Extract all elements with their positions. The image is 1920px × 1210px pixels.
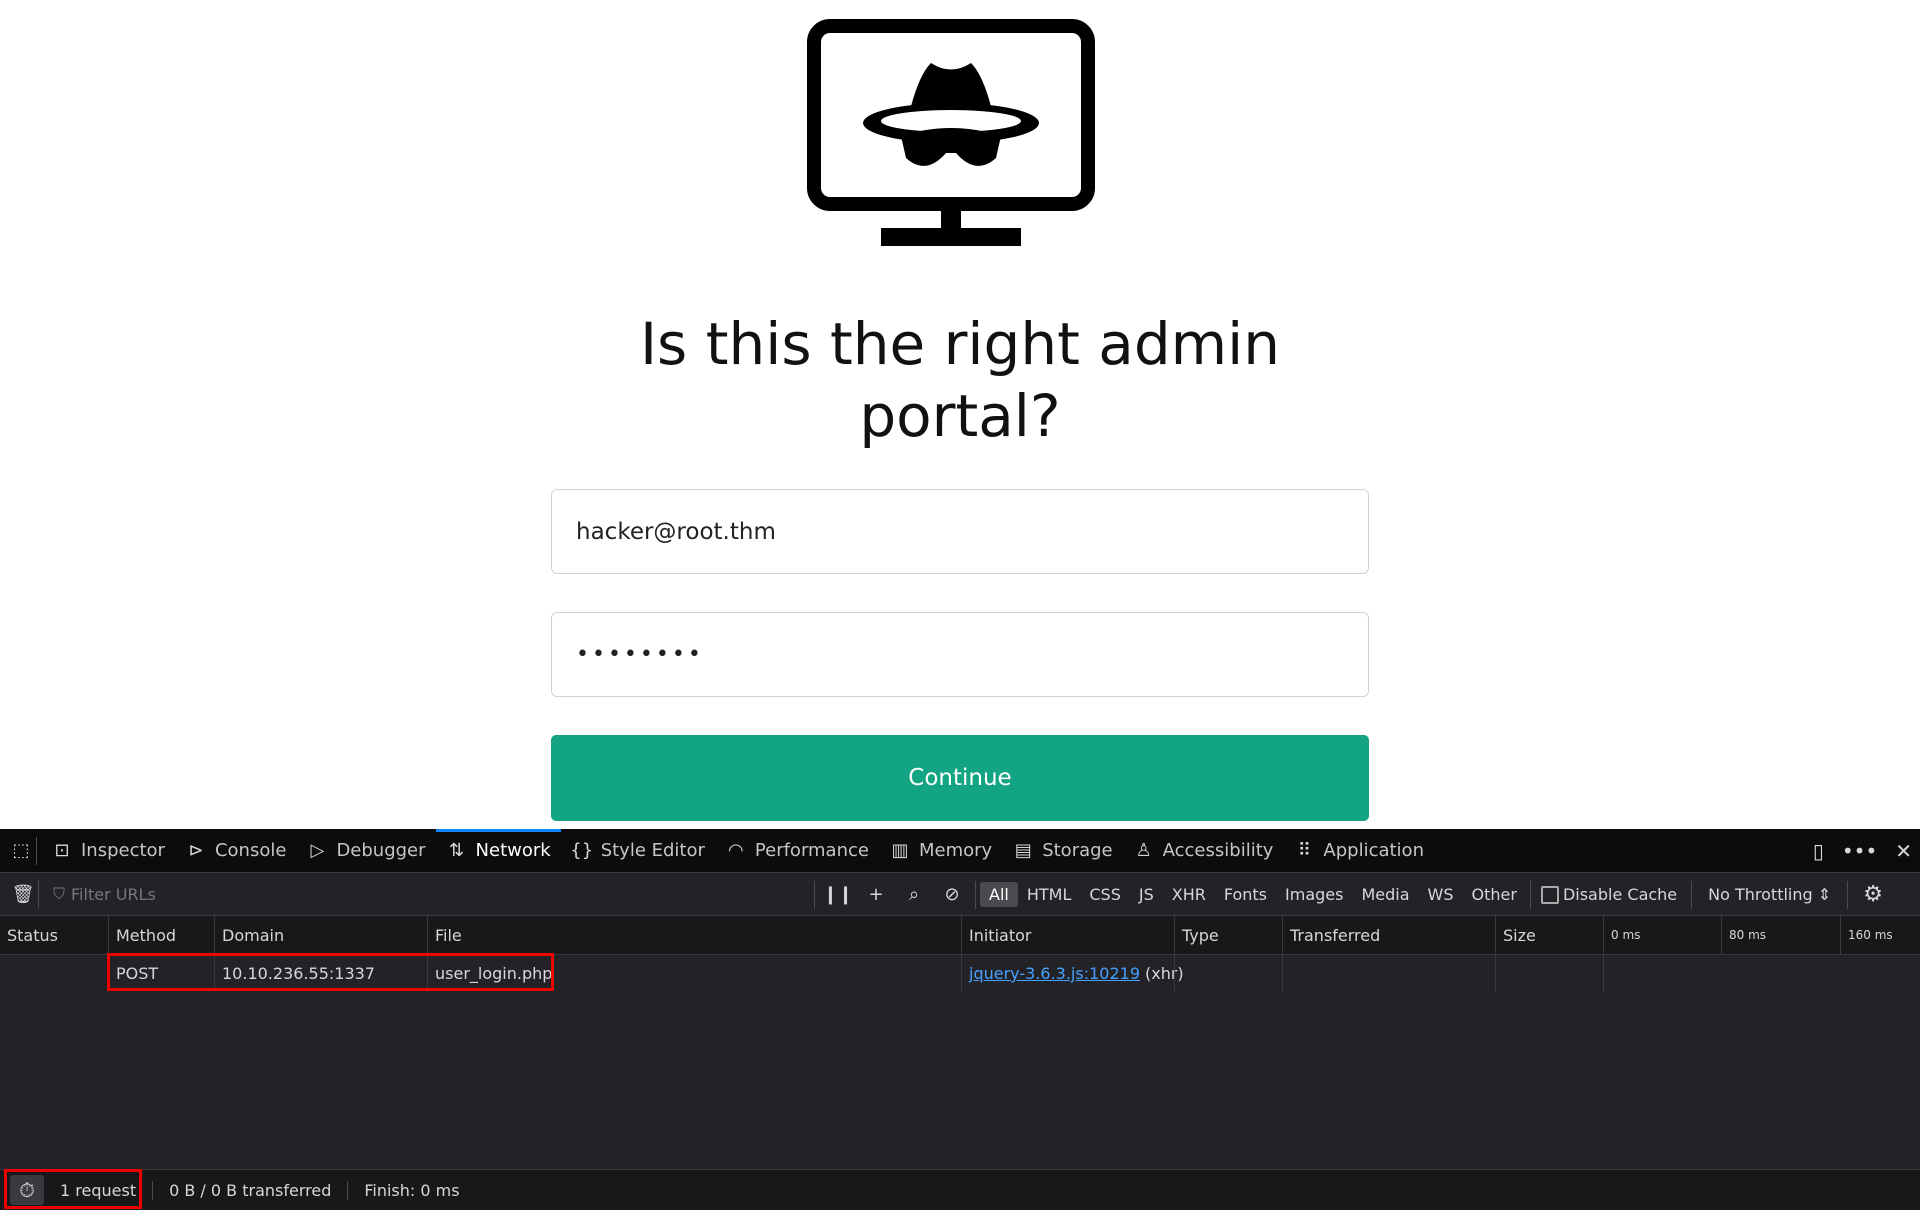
column-transferred[interactable]: Transferred	[1282, 916, 1380, 954]
block-icon[interactable]: ⊘	[941, 884, 963, 906]
timeline-160ms: 160 ms	[1840, 916, 1893, 954]
tab-network[interactable]: ⇅ Network	[435, 828, 561, 873]
tab-style-editor[interactable]: {} Style Editor	[561, 829, 715, 873]
filter-all[interactable]: All	[980, 882, 1018, 907]
throttling-select[interactable]: No Throttling ⇕	[1708, 885, 1831, 904]
search-icon[interactable]: ⌕	[903, 884, 925, 906]
tab-label: Storage	[1042, 840, 1113, 861]
request-table-header: Status Method Domain File Initiator Type…	[0, 916, 1920, 955]
row-type	[1174, 955, 1182, 992]
filter-css[interactable]: CSS	[1080, 882, 1129, 907]
page-title: Is this the right admin portal?	[639, 310, 1281, 450]
hacker-monitor-logo	[807, 19, 1095, 246]
trash-icon[interactable]: 🗑	[12, 883, 35, 905]
settings-gear-icon[interactable]: ⚙	[1862, 882, 1884, 907]
tab-performance[interactable]: ◠ Performance	[715, 829, 879, 873]
tab-label: Network	[475, 840, 551, 861]
timeline-80ms: 80 ms	[1721, 916, 1766, 954]
filter-html[interactable]: HTML	[1018, 882, 1081, 907]
tab-accessibility[interactable]: ♙ Accessibility	[1123, 829, 1284, 873]
inspector-icon: ⊡	[54, 840, 70, 861]
filter-other[interactable]: Other	[1463, 882, 1526, 907]
network-filter-bar: 🗑 ⛉ Filter URLs ❙❙ + ⌕ ⊘ All HTML CSS JS …	[0, 873, 1920, 916]
table-row[interactable]: POST 10.10.236.55:1337 user_login.php jq…	[0, 953, 1920, 992]
filter-icon: ⛉	[53, 884, 66, 903]
divider	[38, 880, 39, 908]
console-icon: ⊳	[188, 840, 204, 861]
column-initiator[interactable]: Initiator	[961, 916, 1031, 954]
row-waterfall	[1603, 955, 1611, 992]
row-initiator: jquery-3.6.3.js:10219 (xhr)	[961, 955, 1184, 992]
tab-console[interactable]: ⊳ Console	[175, 829, 296, 873]
tab-label: Style Editor	[600, 840, 705, 861]
debugger-icon: ▷	[310, 840, 325, 861]
continue-button[interactable]: Continue	[551, 735, 1369, 821]
column-type[interactable]: Type	[1174, 916, 1219, 954]
tab-application[interactable]: ⠿ Application	[1283, 829, 1434, 873]
transferred-summary: 0 B / 0 B transferred	[153, 1180, 349, 1200]
tab-label: Application	[1323, 840, 1424, 861]
pause-icon[interactable]: ❙❙	[823, 884, 853, 906]
close-icon[interactable]: ✕	[1895, 839, 1912, 863]
tab-label: Console	[214, 840, 287, 861]
column-status[interactable]: Status	[0, 916, 58, 954]
plus-icon[interactable]: +	[865, 884, 887, 906]
application-icon: ⠿	[1297, 840, 1311, 861]
responsive-design-icon[interactable]: ▯	[1813, 839, 1824, 863]
column-method[interactable]: Method	[108, 916, 176, 954]
tab-label: Accessibility	[1162, 840, 1274, 861]
initiator-link[interactable]: jquery-3.6.3.js:10219	[969, 964, 1140, 983]
tab-debugger[interactable]: ▷ Debugger	[296, 829, 435, 873]
network-status-bar: ⏱ 1 request 0 B / 0 B transferred Finish…	[0, 1169, 1920, 1210]
throttling-value: No Throttling	[1708, 885, 1813, 904]
column-domain[interactable]: Domain	[214, 916, 284, 954]
tab-storage[interactable]: ▤ Storage	[1002, 829, 1122, 873]
disable-cache-checkbox[interactable]: Disable Cache	[1540, 885, 1678, 904]
highlight-box	[4, 1169, 142, 1209]
divider	[1847, 880, 1849, 909]
password-input[interactable]: ••••••••	[551, 612, 1369, 697]
timeline-0ms: 0 ms	[1603, 916, 1640, 954]
row-transferred	[1282, 955, 1290, 992]
more-options-icon[interactable]: •••	[1842, 839, 1877, 863]
tab-label: Memory	[918, 840, 993, 861]
devtools-toolbar: ⬚ ⊡ Inspector ⊳ Console ▷ Debugger ⇅ Network…	[0, 828, 1920, 873]
divider	[975, 880, 976, 909]
style-editor-icon: {}	[570, 840, 594, 861]
checkbox-box	[1540, 885, 1559, 904]
devtools-panel: ⬚ ⊡ Inspector ⊳ Console ▷ Debugger ⇅ Network…	[0, 828, 1920, 1210]
finish-time: Finish: 0 ms	[364, 1180, 460, 1200]
element-picker-icon[interactable]: ⬚	[10, 840, 32, 862]
filter-urls-input[interactable]: ⛉ Filter URLs	[53, 884, 156, 904]
email-input[interactable]: hacker@root.thm	[551, 489, 1369, 574]
login-page: Is this the right admin portal? hacker@r…	[0, 0, 1920, 829]
network-icon: ⇅	[449, 840, 465, 861]
memory-icon: ▥	[891, 840, 909, 861]
disable-cache-label: Disable Cache	[1562, 885, 1678, 904]
accessibility-icon: ♙	[1135, 840, 1152, 861]
filter-js[interactable]: JS	[1130, 882, 1163, 907]
filter-placeholder: Filter URLs	[71, 884, 156, 904]
highlight-box	[107, 953, 554, 991]
storage-icon: ▤	[1014, 840, 1032, 861]
tab-label: Debugger	[336, 840, 426, 861]
tab-label: Performance	[754, 840, 869, 861]
column-file[interactable]: File	[427, 916, 462, 954]
divider	[1691, 880, 1693, 909]
row-size	[1495, 955, 1503, 992]
filter-images[interactable]: Images	[1276, 882, 1352, 907]
filter-fonts[interactable]: Fonts	[1215, 882, 1276, 907]
performance-icon: ◠	[728, 840, 744, 861]
filter-media[interactable]: Media	[1352, 882, 1418, 907]
divider	[36, 836, 37, 865]
divider	[1529, 880, 1531, 909]
divider	[814, 880, 815, 909]
tab-memory[interactable]: ▥ Memory	[879, 829, 1002, 873]
filter-ws[interactable]: WS	[1419, 882, 1463, 907]
tab-label: Inspector	[81, 840, 165, 861]
tab-inspector[interactable]: ⊡ Inspector	[41, 829, 175, 873]
filter-xhr[interactable]: XHR	[1163, 882, 1215, 907]
column-size[interactable]: Size	[1495, 916, 1536, 954]
